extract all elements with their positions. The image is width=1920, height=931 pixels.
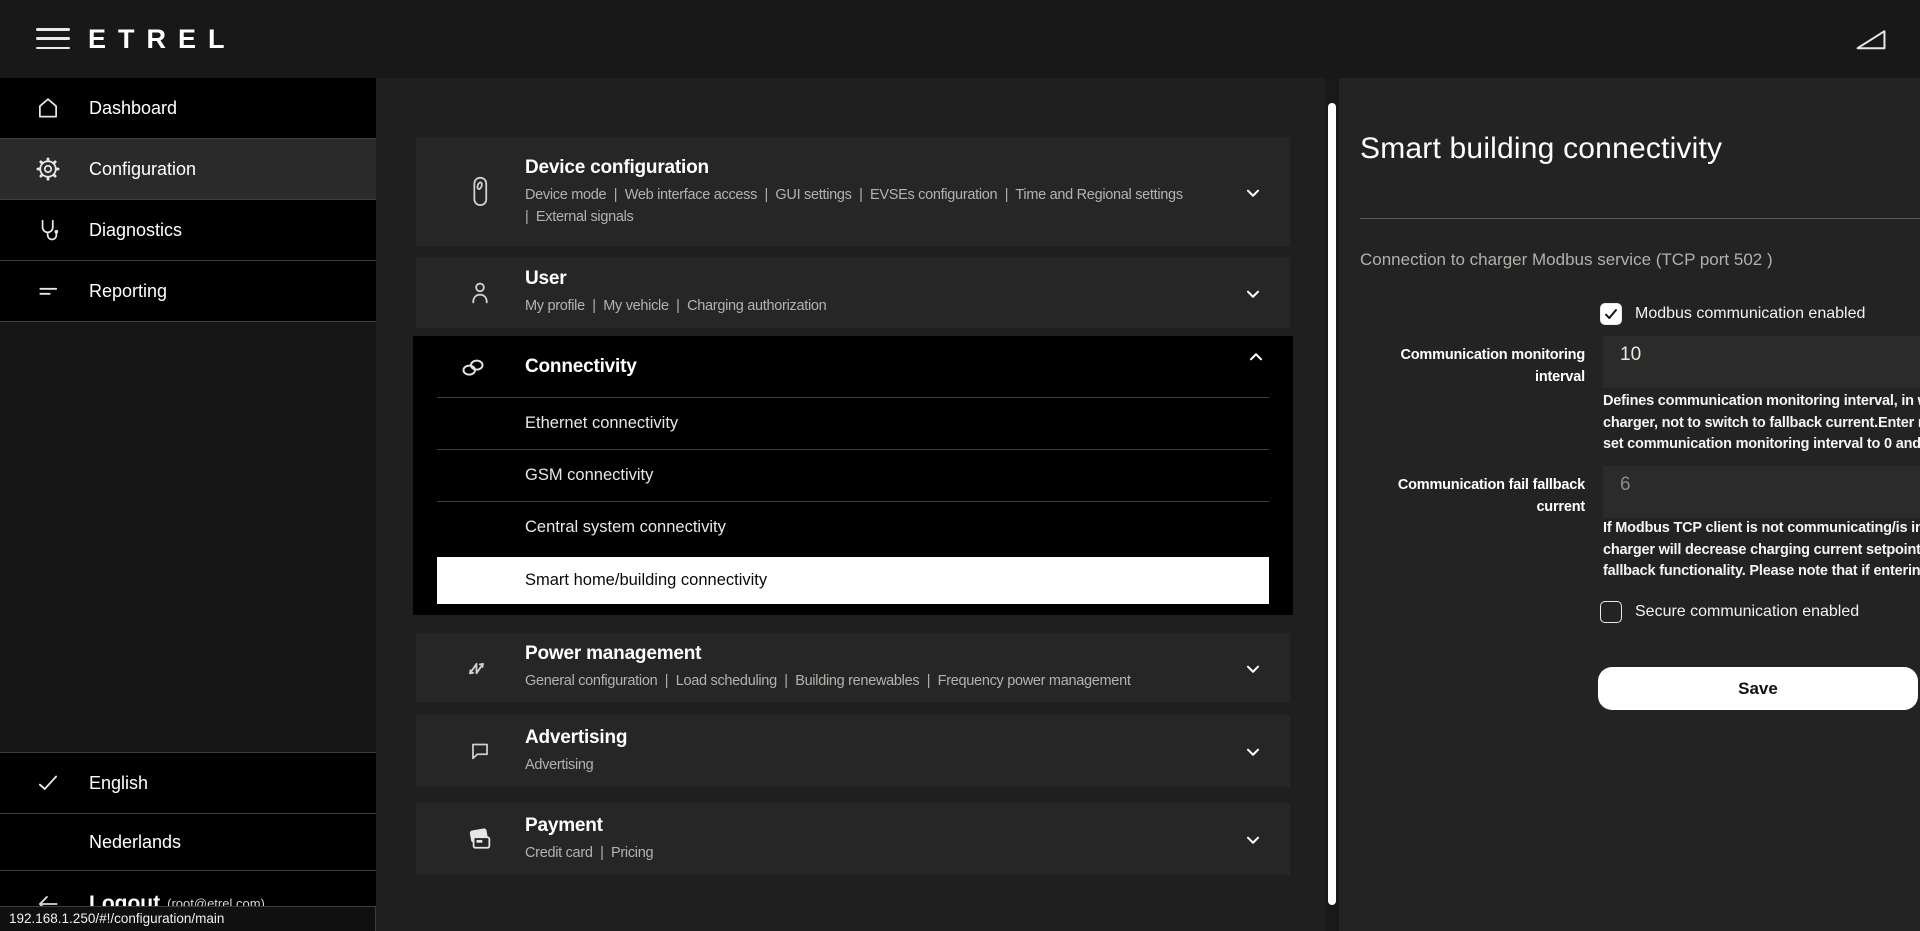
- monitoring-interval-input[interactable]: [1603, 336, 1920, 388]
- gear-icon: [33, 156, 63, 182]
- section-title: Power management: [525, 643, 1215, 665]
- secure-communication-checkbox[interactable]: Secure communication enabled: [1600, 601, 1859, 623]
- report-lines-icon: [33, 278, 63, 304]
- top-bar: ETREL: [0, 0, 1920, 78]
- section-title: User: [525, 268, 1215, 290]
- language-label: English: [89, 773, 148, 794]
- sidebar-item-reporting[interactable]: Reporting: [0, 261, 376, 322]
- panel-section-label: Connection to charger Modbus service (TC…: [1360, 250, 1920, 270]
- panel-scrollbar-thumb[interactable]: [1328, 103, 1336, 905]
- panel-scrollbar-track: [1325, 78, 1339, 931]
- section-advertising[interactable]: Advertising Advertising: [416, 715, 1290, 787]
- section-user[interactable]: User My profile | My vehicle | Charging …: [416, 257, 1290, 328]
- section-payment[interactable]: Payment Credit card | Pricing: [416, 803, 1290, 875]
- sidebar-item-label: Diagnostics: [89, 220, 182, 241]
- section-device-configuration[interactable]: Device configuration Device mode | Web i…: [416, 137, 1290, 246]
- wave-icon: [460, 655, 500, 681]
- sidebar: Dashboard Configuration: [0, 78, 376, 931]
- sidebar-item-dashboard[interactable]: Dashboard: [0, 78, 376, 139]
- checkbox-label: Secure communication enabled: [1635, 603, 1859, 621]
- field-label: Communication monitoring interval: [1360, 344, 1585, 388]
- language-item-english[interactable]: English: [0, 752, 376, 813]
- section-subtitle: Device mode | Web interface access | GUI…: [525, 184, 1215, 206]
- panel-title: Smart building connectivity: [1360, 132, 1722, 166]
- app-window: ETREL Dashboard: [0, 0, 1920, 931]
- chevron-down-icon[interactable]: [1242, 182, 1264, 204]
- section-subtitle: Credit card | Pricing: [525, 842, 1215, 864]
- connectivity-item-ethernet[interactable]: Ethernet connectivity: [413, 398, 1293, 449]
- chevron-down-icon[interactable]: [1242, 829, 1264, 851]
- checkbox-checked-icon: [1600, 303, 1622, 325]
- connectivity-item-central-system[interactable]: Central system connectivity: [413, 502, 1293, 553]
- credit-card-icon: [460, 825, 500, 853]
- hamburger-menu-icon[interactable]: [36, 28, 70, 50]
- connectivity-header[interactable]: Connectivity: [413, 336, 1293, 397]
- detail-panel: Smart building connectivity Connection t…: [1339, 78, 1920, 931]
- section-title: Connectivity: [525, 356, 637, 378]
- section-connectivity: Connectivity Ethernet connectivity GSM c…: [413, 336, 1293, 615]
- sidebar-bottom: English Nederlands Logout (root@etrel.co…: [0, 752, 376, 931]
- divider: [1360, 218, 1920, 219]
- modbus-enabled-checkbox[interactable]: Modbus communication enabled: [1600, 303, 1865, 325]
- connectivity-item-gsm[interactable]: GSM connectivity: [413, 450, 1293, 501]
- language-label: Nederlands: [89, 832, 181, 853]
- section-power-management[interactable]: Power management General configuration |…: [416, 633, 1290, 702]
- field-label: Communication fail fallback current: [1360, 474, 1585, 518]
- sidebar-item-configuration[interactable]: Configuration: [0, 139, 376, 200]
- section-subtitle: | External signals: [525, 206, 1215, 228]
- fallback-current-input[interactable]: [1603, 466, 1920, 518]
- section-subtitle: Advertising: [525, 754, 1215, 776]
- home-icon: [33, 95, 63, 121]
- link-icon: [453, 354, 493, 380]
- status-bar: 192.168.1.250/#!/configuration/main: [0, 906, 376, 931]
- fallback-current-field: [1603, 466, 1920, 518]
- language-item-nederlands[interactable]: Nederlands: [0, 813, 376, 870]
- section-title: Device configuration: [525, 157, 1215, 179]
- checkmark-icon: [33, 770, 63, 796]
- sidebar-item-label: Reporting: [89, 281, 167, 302]
- signal-triangle-icon[interactable]: [1854, 26, 1888, 52]
- connectivity-item-smart-home-building[interactable]: Smart home/building connectivity: [437, 557, 1269, 604]
- chevron-down-icon[interactable]: [1242, 283, 1264, 305]
- chevron-down-icon[interactable]: [1242, 741, 1264, 763]
- monitoring-interval-field: [1603, 336, 1920, 388]
- stethoscope-icon: [33, 217, 63, 243]
- sidebar-item-label: Dashboard: [89, 98, 177, 119]
- section-subtitle: General configuration | Load scheduling …: [525, 670, 1215, 692]
- sidebar-item-diagnostics[interactable]: Diagnostics: [0, 200, 376, 261]
- checkbox-unchecked-icon: [1600, 601, 1622, 623]
- chevron-down-icon[interactable]: [1242, 658, 1264, 680]
- checkbox-label: Modbus communication enabled: [1635, 305, 1865, 323]
- sidebar-item-label: Configuration: [89, 159, 196, 180]
- section-title: Payment: [525, 815, 1215, 837]
- chevron-up-icon[interactable]: [1245, 346, 1267, 368]
- speech-bubble-icon: [460, 738, 500, 764]
- section-title: Advertising: [525, 727, 1215, 749]
- save-button[interactable]: Save: [1598, 667, 1918, 710]
- configuration-list: Device configuration Device mode | Web i…: [376, 78, 1334, 931]
- field-help-text: Defines communication monitoring interva…: [1603, 391, 1920, 456]
- user-icon: [460, 279, 500, 307]
- device-icon: [460, 175, 500, 209]
- status-url: 192.168.1.250/#!/configuration/main: [9, 911, 224, 926]
- etrel-logo: ETREL: [88, 24, 237, 55]
- field-help-text: If Modbus TCP client is not communicatin…: [1603, 518, 1920, 583]
- section-subtitle: My profile | My vehicle | Charging autho…: [525, 295, 1215, 317]
